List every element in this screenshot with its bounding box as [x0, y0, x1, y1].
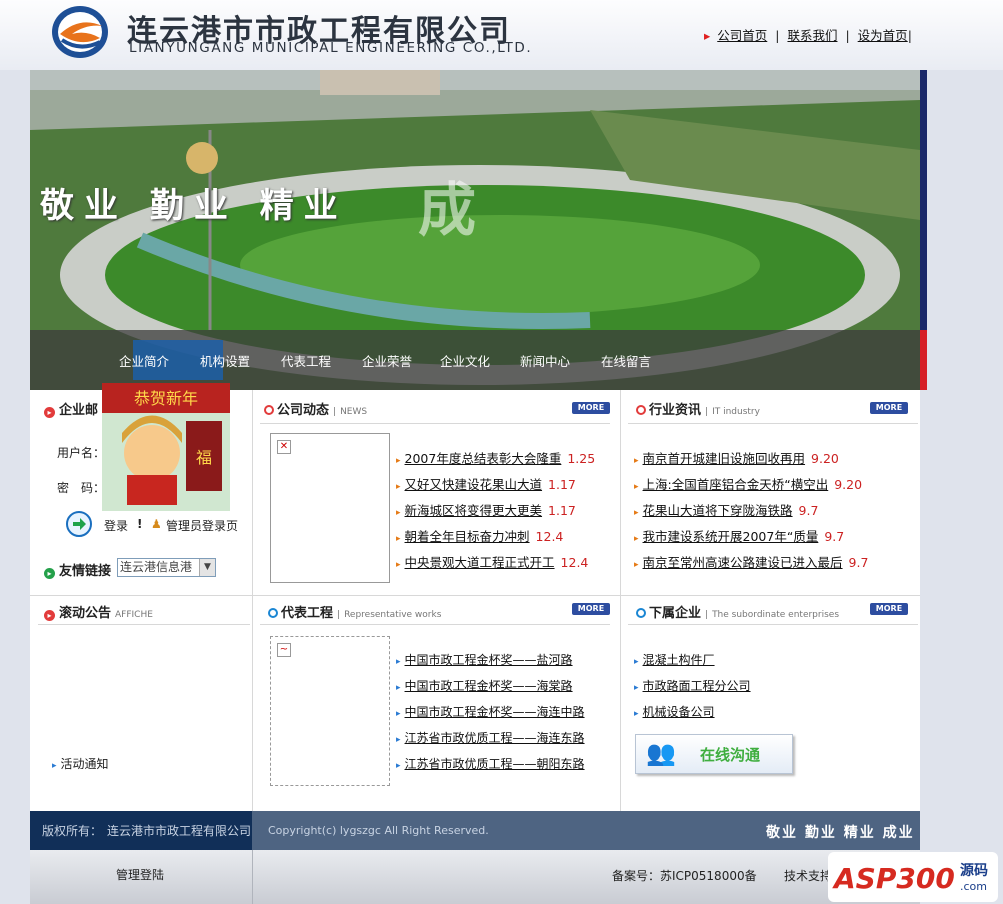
divider	[30, 595, 920, 596]
divider	[252, 390, 253, 811]
works-image-placeholder: ~	[270, 636, 390, 786]
tech-support-label: 技术支持	[784, 869, 833, 883]
login-link[interactable]: 登录	[104, 517, 128, 534]
watermark-com: .com	[960, 880, 987, 893]
arrow-icon: ▸	[704, 28, 711, 43]
news-item[interactable]: ▸ 新海城区将变得更大更美 1.17	[396, 500, 576, 519]
banner-slogan: 敬业 勤业 精业	[40, 186, 348, 226]
top-links: ▸ 公司首页 | 联系我们 | 设为首页|	[704, 28, 912, 43]
divider	[620, 390, 621, 811]
admin-user-icon: ♟	[151, 517, 162, 531]
subordinate-item[interactable]: ▸ 机械设备公司	[634, 703, 715, 720]
company-logo	[52, 6, 108, 58]
banner-edge-accent	[920, 330, 927, 390]
subordinate-item[interactable]: ▸ 混凝土构件厂	[634, 651, 715, 668]
divider	[260, 423, 610, 424]
broken-image-icon: ~	[277, 643, 291, 657]
login-go-icon[interactable]	[66, 511, 92, 537]
news-item[interactable]: ▸ 又好又快建设花果山大道 1.17	[396, 474, 576, 493]
company-name-en: LIANYUNGANG MUNICIPAL ENGINEERING CO.,LT…	[129, 40, 533, 56]
watermark-cn: 源码	[960, 863, 988, 879]
divider	[252, 850, 253, 904]
works-item[interactable]: ▸ 江苏省市政优质工程——朝阳东路	[396, 755, 585, 772]
arrow-icon: ▸	[44, 568, 55, 579]
industry-item[interactable]: ▸ 南京首开城建旧设施回收再用 9.20	[634, 448, 839, 467]
contact-link[interactable]: 联系我们	[787, 28, 837, 43]
watermark-text: ASP300	[834, 862, 955, 895]
set-homepage-link[interactable]: 设为首页	[858, 28, 908, 43]
works-item[interactable]: ▸ 江苏省市政优质工程——海连东路	[396, 729, 585, 746]
nav-item-organization[interactable]: 机构设置	[200, 351, 250, 370]
works-title: 代表工程 | Representative works	[268, 602, 441, 621]
divider	[38, 624, 250, 625]
arrow-icon: ▸	[44, 610, 55, 621]
friend-links-title: ▸ 友情链接	[44, 560, 111, 579]
admin-login-link[interactable]: 管理员登录页	[166, 517, 238, 534]
divider	[260, 624, 610, 625]
arrow-icon: ▸	[44, 407, 55, 418]
affiche-title: ▸ 滚动公告 AFFICHE	[44, 602, 153, 621]
online-chat-button[interactable]: 👥 在线沟通	[635, 734, 793, 774]
banner-slogan-extra: 成	[418, 176, 477, 244]
copyright-label: 版权所有：	[42, 824, 103, 838]
watermark-logo: ASP300 源码 .com	[828, 852, 998, 902]
friend-links-select[interactable]: 连云港信息港 ▼	[117, 558, 216, 577]
svg-text:福: 福	[196, 448, 212, 467]
industry-item[interactable]: ▸ 上海:全国首座铝合金天桥“横空出 9.20	[634, 474, 862, 493]
news-more-button[interactable]: MORE	[572, 402, 610, 414]
industry-more-button[interactable]: MORE	[870, 402, 908, 414]
news-title: 公司动态 | NEWS	[264, 399, 367, 418]
separator: !	[137, 517, 143, 531]
works-item[interactable]: ▸ 中国市政工程金杯奖——海棠路	[396, 677, 573, 694]
divider	[628, 624, 918, 625]
industry-title: 行业资讯 | IT industry	[636, 399, 760, 418]
new-year-text: 恭贺新年	[134, 389, 198, 408]
broken-image-icon: ✕	[277, 440, 291, 454]
news-item[interactable]: ▸ 中央景观大道工程正式开工 12.4	[396, 552, 588, 571]
mail-login-title: ▸ 企业邮	[44, 399, 98, 418]
works-item[interactable]: ▸ 中国市政工程金杯奖——海连中路	[396, 703, 585, 720]
home-link[interactable]: 公司首页	[717, 28, 767, 43]
bullet-icon: ▸	[52, 761, 57, 771]
password-label: 密 码：	[57, 481, 106, 495]
nav-item-honors[interactable]: 企业荣誉	[362, 351, 412, 370]
industry-item[interactable]: ▸ 花果山大道将下穿陇海铁路 9.7	[634, 500, 818, 519]
works-item[interactable]: ▸ 中国市政工程金杯奖——盐河路	[396, 651, 573, 668]
select-value: 连云港信息港	[120, 560, 193, 574]
copyright-en: Copyright(c) lygszgc All Right Reserved.	[268, 824, 489, 837]
news-image-placeholder: ✕	[270, 433, 390, 583]
industry-item[interactable]: ▸ 我市建设系统开展2007年“质量 9.7	[634, 526, 844, 545]
nav-item-message[interactable]: 在线留言	[601, 351, 651, 370]
nav-item-about[interactable]: 企业简介	[119, 351, 169, 370]
works-more-button[interactable]: MORE	[572, 603, 610, 615]
icp-number: 备案号：苏ICP0518000备	[612, 869, 757, 883]
nav-item-projects[interactable]: 代表工程	[281, 351, 331, 370]
affiche-item[interactable]: ▸ 活动通知	[52, 755, 109, 772]
subordinate-item[interactable]: ▸ 市政路面工程分公司	[634, 677, 751, 694]
subordinate-more-button[interactable]: MORE	[870, 603, 908, 615]
chevron-down-icon[interactable]: ▼	[199, 559, 215, 576]
nav-item-culture[interactable]: 企业文化	[440, 351, 490, 370]
username-label: 用户名：	[57, 446, 106, 460]
industry-item[interactable]: ▸ 南京至常州高速公路建设已进入最后 9.7	[634, 552, 868, 571]
users-icon: 👥	[646, 739, 676, 767]
footer-motto: 敬业 勤业 精业 成业	[766, 825, 915, 841]
online-chat-label: 在线沟通	[700, 746, 761, 764]
admin-login-footer-link[interactable]: 管理登陆	[116, 866, 164, 883]
divider	[628, 423, 918, 424]
new-year-cartoon-image: 恭贺新年 福	[102, 383, 230, 511]
copyright-owner: 连云港市市政工程有限公司	[107, 824, 252, 838]
subordinate-title: 下属企业 | The subordinate enterprises	[636, 602, 839, 621]
news-item[interactable]: ▸ 2007年度总结表彰大会隆重 1.25	[396, 448, 595, 467]
news-item[interactable]: ▸ 朝着全年目标奋力冲刺 12.4	[396, 526, 563, 545]
nav-item-news[interactable]: 新闻中心	[520, 351, 570, 370]
